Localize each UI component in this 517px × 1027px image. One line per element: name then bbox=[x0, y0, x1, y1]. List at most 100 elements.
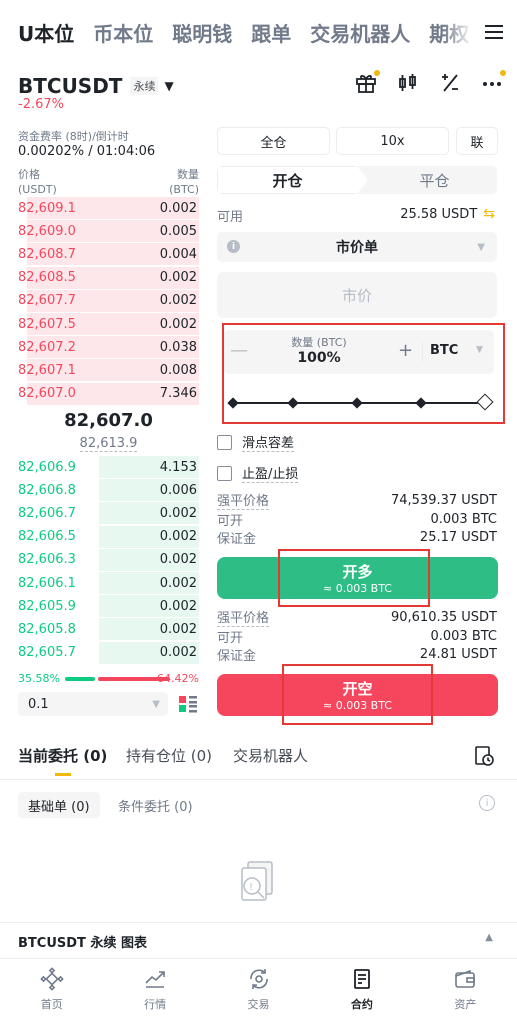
bid-row[interactable]: 82,605.7 0.002 bbox=[18, 641, 199, 664]
checkbox-icon[interactable] bbox=[217, 465, 232, 481]
ask-row[interactable]: 82,609.0 0.005 bbox=[18, 220, 199, 243]
bid-row[interactable]: 82,605.8 0.002 bbox=[18, 618, 199, 641]
nav-markets[interactable]: 行情 bbox=[103, 959, 206, 1027]
ask-price: 82,607.0 bbox=[18, 386, 76, 402]
symbol-name: BTCUSDT bbox=[18, 74, 123, 98]
subtab-conditional-orders[interactable]: 条件委托 (0) bbox=[108, 792, 203, 818]
price-input[interactable]: 市价 bbox=[217, 272, 497, 318]
subtab-basic-orders[interactable]: 基础单 (0) bbox=[18, 792, 100, 818]
tpsl-label: 止盈/止损 bbox=[242, 463, 299, 483]
ask-row[interactable]: 82,608.7 0.004 bbox=[18, 243, 199, 266]
bid-row[interactable]: 82,606.7 0.002 bbox=[18, 502, 199, 525]
bid-row[interactable]: 82,606.5 0.002 bbox=[18, 525, 199, 548]
quantity-slider[interactable] bbox=[227, 393, 494, 411]
ask-qty: 0.038 bbox=[159, 339, 197, 355]
quantity-input[interactable]: — 数量 (BTC) 100% + BTC ▼ bbox=[224, 330, 494, 374]
slippage-checkbox[interactable]: 滑点容差 bbox=[217, 432, 295, 452]
menu-icon[interactable] bbox=[473, 0, 517, 64]
buy-sell-ratio: 35.58% 64.42% bbox=[18, 672, 199, 686]
available-label: 可用 bbox=[217, 210, 244, 225]
bid-row[interactable]: 82,606.9 4.153 bbox=[18, 456, 199, 478]
tab-trading-bots[interactable]: 交易机器人 bbox=[310, 18, 410, 47]
available-balance: 25.58 USDT ⇆ bbox=[400, 206, 495, 222]
order-type-select[interactable]: i 市价单 ▼ bbox=[217, 232, 497, 262]
funding-rate-label[interactable]: 资金费率 (8时)/倒计时 bbox=[18, 128, 129, 144]
chevron-up-icon: ▲ bbox=[485, 932, 493, 943]
info-icon[interactable]: i bbox=[479, 795, 495, 811]
nav-trade[interactable]: 交易 bbox=[207, 959, 310, 1027]
ask-row[interactable]: 82,608.5 0.002 bbox=[18, 266, 199, 289]
short-liq-label: 强平价格 bbox=[217, 607, 270, 627]
bid-qty: 4.153 bbox=[159, 459, 197, 475]
slider-handle[interactable] bbox=[476, 393, 494, 411]
asset-mode-button[interactable]: 联 bbox=[456, 127, 498, 155]
tab-open-orders[interactable]: 当前委托 (0) bbox=[18, 745, 107, 766]
long-margin-label: 保证金 bbox=[217, 531, 257, 547]
orderbook-layout-icon[interactable] bbox=[178, 694, 198, 714]
ask-price: 82,607.2 bbox=[18, 339, 76, 355]
chart-toggle-bar[interactable]: BTCUSDT 永续 图表 ▲ bbox=[0, 922, 517, 956]
bid-row[interactable]: 82,605.9 0.002 bbox=[18, 595, 199, 618]
last-price[interactable]: 82,607.0 bbox=[0, 410, 217, 431]
ask-row[interactable]: 82,607.1 0.008 bbox=[18, 359, 199, 382]
tab-copy-trading[interactable]: 跟单 bbox=[251, 18, 291, 47]
tab-open-position[interactable]: 开仓 bbox=[217, 166, 357, 194]
nav-home[interactable]: 首页 bbox=[0, 959, 103, 1027]
bid-row[interactable]: 82,606.8 0.006 bbox=[18, 479, 199, 502]
minus-icon[interactable]: — bbox=[230, 340, 248, 361]
long-open-value: 0.003 BTC bbox=[430, 511, 497, 527]
more-icon[interactable] bbox=[481, 70, 506, 94]
divider bbox=[422, 342, 423, 362]
short-liq-value: 90,610.35 USDT bbox=[390, 609, 497, 625]
tab-trading-bots-bottom[interactable]: 交易机器人 bbox=[233, 745, 308, 766]
order-history-icon[interactable] bbox=[473, 745, 495, 767]
ask-row[interactable]: 82,607.0 7.346 bbox=[18, 382, 199, 405]
plus-icon[interactable]: + bbox=[398, 340, 413, 361]
top-tabs: U本位 币本位 聪明钱 跟单 交易机器人 期权 bbox=[0, 0, 517, 64]
info-icon[interactable]: i bbox=[227, 240, 240, 253]
checkbox-icon[interactable] bbox=[217, 434, 232, 450]
ask-price: 82,607.7 bbox=[18, 293, 76, 309]
short-margin-label: 保证金 bbox=[217, 648, 257, 664]
bid-row[interactable]: 82,606.1 0.002 bbox=[18, 572, 199, 594]
ask-row[interactable]: 82,607.5 0.002 bbox=[18, 313, 199, 335]
open-short-button[interactable]: 开空 ≈ 0.003 BTC bbox=[217, 674, 498, 716]
tab-positions[interactable]: 持有仓位 (0) bbox=[126, 745, 212, 766]
ask-row[interactable]: 82,607.7 0.002 bbox=[18, 289, 199, 312]
transfer-icon[interactable]: ⇆ bbox=[483, 206, 495, 222]
nav-futures[interactable]: 合约 bbox=[310, 959, 413, 1027]
slider-node-25[interactable] bbox=[287, 397, 299, 409]
tab-usdt-m[interactable]: U本位 bbox=[18, 18, 74, 47]
gift-icon[interactable] bbox=[355, 70, 380, 94]
depth-precision-value: 0.1 bbox=[28, 696, 49, 712]
tab-close-position[interactable]: 平仓 bbox=[372, 166, 497, 194]
ask-qty: 0.002 bbox=[159, 316, 197, 332]
tpsl-checkbox[interactable]: 止盈/止损 bbox=[217, 463, 299, 483]
depth-precision-select[interactable]: 0.1 ▼ bbox=[18, 692, 168, 716]
bid-qty: 0.002 bbox=[159, 575, 197, 591]
bid-price: 82,606.8 bbox=[18, 482, 76, 498]
bid-price: 82,606.9 bbox=[18, 459, 76, 475]
symbol-selector[interactable]: BTCUSDT 永续 ▼ bbox=[18, 74, 174, 98]
ask-row[interactable]: 82,609.1 0.002 bbox=[18, 197, 199, 219]
open-long-button[interactable]: 开多 ≈ 0.003 BTC bbox=[217, 557, 498, 599]
quantity-unit-select[interactable]: BTC bbox=[430, 343, 458, 358]
empty-state-icon: ! bbox=[230, 856, 286, 912]
short-can-open-row: 可开 0.003 BTC bbox=[217, 627, 497, 646]
bid-qty: 0.006 bbox=[159, 482, 197, 498]
slider-node-0[interactable] bbox=[227, 397, 239, 409]
calculator-icon[interactable] bbox=[439, 72, 461, 94]
ask-row[interactable]: 82,607.2 0.038 bbox=[18, 336, 199, 359]
slider-node-75[interactable] bbox=[415, 397, 427, 409]
nav-assets[interactable]: 资产 bbox=[414, 959, 517, 1027]
margin-mode-button[interactable]: 全仓 bbox=[217, 127, 330, 155]
ask-qty: 0.004 bbox=[159, 246, 197, 262]
slider-node-50[interactable] bbox=[351, 397, 363, 409]
short-margin-value: 24.81 USDT bbox=[419, 646, 497, 662]
long-liq-value: 74,539.37 USDT bbox=[390, 492, 497, 508]
tab-smart-money[interactable]: 聪明钱 bbox=[172, 18, 232, 47]
candlestick-icon[interactable] bbox=[397, 72, 419, 94]
tab-coin-m[interactable]: 币本位 bbox=[93, 18, 153, 47]
leverage-button[interactable]: 10x bbox=[336, 127, 449, 155]
bid-row[interactable]: 82,606.3 0.002 bbox=[18, 548, 199, 571]
